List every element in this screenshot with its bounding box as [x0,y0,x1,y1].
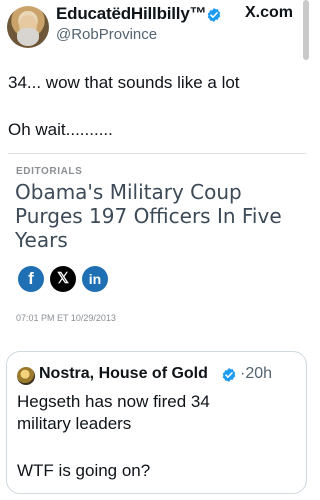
linkedin-icon[interactable]: in [82,266,108,292]
facebook-icon[interactable]: f [18,266,44,292]
x-icon[interactable]: 𝕏 [50,266,76,292]
article-headline[interactable]: Obama's Military Coup Purges 197 Officer… [15,180,300,252]
quoted-display-name[interactable]: Nostra, House of Gold [39,365,208,383]
scrollbar[interactable] [303,0,309,60]
avatar-beard [17,28,39,46]
post-header: EducatëdHillbilly™ X.com @RobProvince [0,0,313,52]
article-section-label: EDITORIALS [16,166,83,177]
article-divider [8,153,306,154]
quoted-post-card[interactable]: Nostra, House of Gold ·20h Hegseth has n… [6,351,307,494]
quoted-post-time[interactable]: ·20h [240,365,272,383]
verified-badge-icon [207,8,221,22]
site-label: X.com [245,4,294,21]
verified-badge-icon [222,368,236,382]
profile-avatar[interactable] [7,6,49,48]
quoted-text-line-1: Hegseth has now fired 34 [17,392,210,411]
tweet-text-line-2: Oh wait.......... [8,120,113,139]
display-name[interactable]: EducatëdHillbilly™ [56,4,207,24]
user-handle[interactable]: @RobProvince [56,26,157,43]
quoted-avatar[interactable] [17,367,35,385]
article-timestamp: 07:01 PM ET 10/29/2013 [16,313,116,323]
quoted-text-line-3: WTF is going on? [17,461,151,480]
tweet-text-line-1: 34... wow that sounds like a lot [8,73,240,92]
quoted-text-line-2: military leaders [17,414,132,433]
